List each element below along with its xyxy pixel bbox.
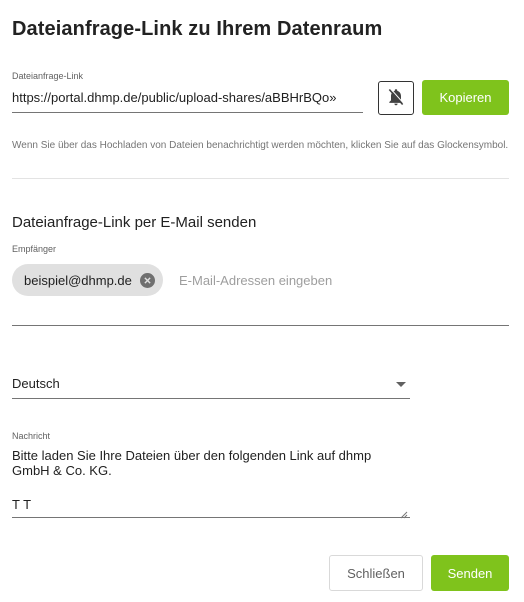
message-textarea[interactable]: Bitte laden Sie Ihre Dateien über den fo… — [12, 448, 410, 519]
recipients-underline — [12, 325, 509, 326]
recipient-chip: beispiel@dhmp.de — [12, 264, 163, 296]
notification-toggle-button[interactable] — [378, 81, 414, 115]
recipient-email-input[interactable] — [179, 270, 499, 290]
copy-button[interactable]: Kopieren — [422, 80, 509, 115]
close-button[interactable]: Schließen — [329, 555, 423, 591]
language-selected-value: Deutsch — [12, 376, 60, 391]
language-select[interactable]: Deutsch — [12, 372, 410, 399]
notification-hint: Wenn Sie über das Hochladen von Dateien … — [12, 140, 509, 151]
message-label: Nachricht — [12, 431, 51, 441]
send-button[interactable]: Senden — [431, 555, 509, 591]
dropdown-arrow-icon — [396, 382, 406, 387]
email-section-title: Dateianfrage-Link per E-Mail senden — [12, 214, 257, 231]
resize-handle-icon[interactable] — [400, 506, 408, 519]
bell-off-icon — [386, 87, 406, 110]
recipient-chip-label: beispiel@dhmp.de — [24, 272, 132, 288]
dialog-title: Dateianfrage-Link zu Ihrem Datenraum — [12, 18, 383, 40]
recipients-label: Empfänger — [12, 244, 57, 254]
upload-link-field[interactable]: https://portal.dhmp.de/public/upload-sha… — [12, 87, 363, 113]
message-text: Bitte laden Sie Ihre Dateien über den fo… — [12, 448, 375, 478]
divider — [12, 178, 509, 179]
message-signature: T T — [12, 497, 32, 512]
link-field-label: Dateianfrage-Link — [12, 71, 84, 81]
chip-remove-icon[interactable] — [139, 272, 155, 288]
